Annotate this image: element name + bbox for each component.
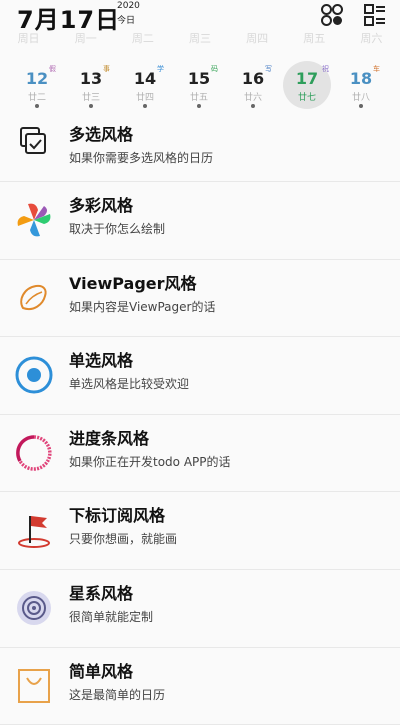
- style-list: 多选风格如果你需要多选风格的日历 多彩风格取决于你怎么绘制 ViewPager风…: [0, 115, 400, 725]
- weekday-label: 周三: [188, 32, 211, 45]
- style-title: 进度条风格: [69, 428, 150, 448]
- calendar-day-12[interactable]: 12 廿二假: [10, 64, 64, 114]
- scheme-mark: 祝: [322, 65, 329, 73]
- multi-select-icon: [20, 127, 46, 154]
- flag-icon: [18, 516, 50, 549]
- lunar-date: 廿六: [243, 93, 262, 103]
- lunar-date: 廿三: [81, 93, 100, 103]
- style-subtitle: 如果内容是ViewPager的话: [69, 299, 216, 314]
- style-switch-icon[interactable]: [320, 3, 344, 27]
- weekday-label: 周日: [17, 32, 40, 45]
- scheme-mark: 写: [265, 65, 272, 73]
- bag-icon: [18, 668, 50, 703]
- style-title: 简单风格: [69, 661, 134, 681]
- list-mode-icon[interactable]: [363, 3, 387, 27]
- weekday-label: 周六: [360, 32, 383, 45]
- weekday-row: 周日 周一 周二 周三 周四 周五 周六: [0, 30, 400, 48]
- style-subtitle: 很简单就能定制: [69, 609, 154, 624]
- style-item[interactable]: 简单风格这是最简单的日历: [0, 647, 400, 725]
- scheme-mark: 假: [49, 65, 56, 73]
- today-label[interactable]: 今日: [117, 13, 135, 26]
- style-subtitle: 如果你需要多选风格的日历: [69, 151, 214, 165]
- mango-icon: [20, 284, 47, 310]
- style-subtitle: 取决于你怎么绘制: [69, 222, 166, 236]
- style-title: 单选风格: [69, 351, 134, 371]
- calendar-header: 7月17日 2020 今日 周日 周一 周二 周三 周四 周五 周六 12 廿二假…: [0, 0, 400, 120]
- weekday-label: 周四: [246, 32, 269, 45]
- scheme-mark: 车: [373, 65, 380, 73]
- event-dot: [251, 104, 255, 108]
- style-item[interactable]: 多彩风格取决于你怎么绘制: [0, 182, 400, 260]
- style-subtitle: 这是最简单的日历: [69, 687, 166, 702]
- style-item[interactable]: 下标订阅风格只要你想画，就能画: [0, 492, 400, 570]
- style-item[interactable]: 进度条风格如果你正在开发todo APP的话: [0, 414, 400, 493]
- scheme-mark: 码: [211, 65, 218, 73]
- lunar-date: 廿七: [297, 93, 316, 103]
- calendar-day-16[interactable]: 16 廿六写: [226, 64, 280, 114]
- style-item[interactable]: 星系风格很简单就能定制: [0, 569, 400, 648]
- radio-icon: [15, 356, 53, 394]
- calendar-day-13[interactable]: 13 廿三事: [64, 64, 118, 114]
- style-subtitle: 只要你想画，就能画: [69, 532, 178, 547]
- lunar-date: 廿四: [135, 93, 154, 103]
- weekday-label: 周二: [131, 32, 154, 45]
- weekday-label: 周五: [303, 32, 326, 45]
- calendar-day-18[interactable]: 18 廿八车: [334, 64, 388, 114]
- week-days: 12 廿二假 13 廿三事 14 廿四学 15 廿五码 16 廿六写 17 廿七祝 18 廿八车: [0, 61, 400, 114]
- lunar-date: 廿八: [351, 93, 370, 103]
- calendar-day-15[interactable]: 15 廿五码: [172, 64, 226, 114]
- weekday-label: 周一: [74, 32, 97, 45]
- progress-ring-icon: [16, 435, 52, 471]
- event-dot: [197, 104, 201, 108]
- lunar-date: 廿五: [189, 93, 208, 103]
- scheme-mark: 事: [103, 65, 110, 73]
- event-dot: [35, 104, 39, 108]
- style-title: 星系风格: [69, 583, 134, 603]
- event-dot: [89, 104, 93, 108]
- galaxy-icon: [17, 590, 51, 625]
- style-title: ViewPager风格: [69, 273, 197, 293]
- style-item[interactable]: 单选风格单选风格是比较受欢迎: [0, 337, 400, 415]
- calendar-day-17[interactable]: 17 廿七祝: [283, 61, 337, 114]
- calendar-day-14[interactable]: 14 廿四学: [118, 64, 172, 114]
- style-subtitle: 如果你正在开发todo APP的话: [69, 454, 231, 469]
- style-title: 多选风格: [69, 125, 134, 144]
- event-dot: [143, 104, 147, 108]
- style-item[interactable]: 多选风格如果你需要多选风格的日历: [0, 115, 400, 182]
- style-item[interactable]: ViewPager风格如果内容是ViewPager的话: [0, 259, 400, 338]
- pinwheel-icon: [17, 203, 51, 237]
- current-year: 2020: [117, 1, 140, 11]
- scheme-mark: 学: [157, 65, 164, 73]
- lunar-date: 廿二: [27, 93, 46, 103]
- style-title: 下标订阅风格: [69, 506, 166, 526]
- event-dot: [359, 104, 363, 108]
- style-subtitle: 单选风格是比较受欢迎: [69, 377, 190, 392]
- style-title: 多彩风格: [69, 196, 134, 215]
